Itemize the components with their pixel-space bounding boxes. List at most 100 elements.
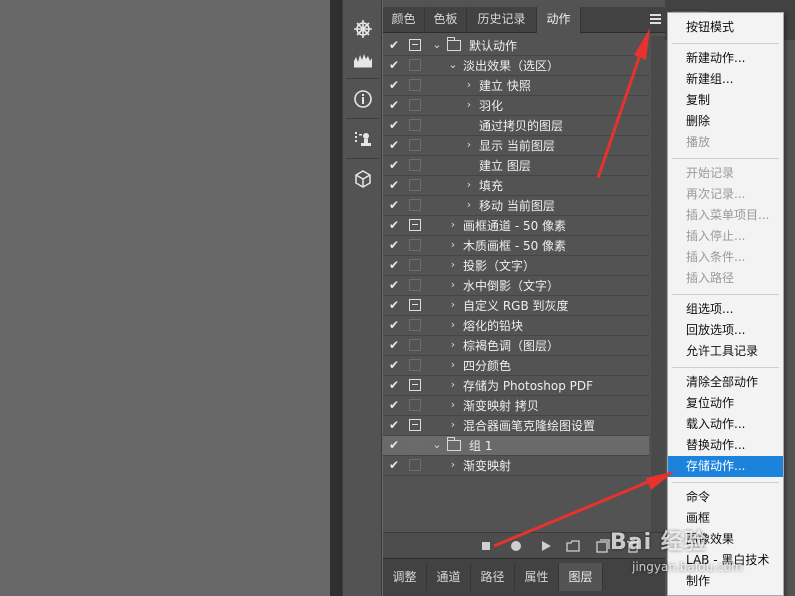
menu-item[interactable]: 允许工具记录 [668,341,783,362]
disclosure-collapsed-icon[interactable]: › [447,278,459,292]
tab-paths[interactable]: 路径 [471,563,515,591]
toggle-dialog-box[interactable] [409,419,421,431]
toggle-item-check[interactable]: ✔ [389,98,403,112]
menu-item[interactable]: 新建动作... [668,48,783,69]
toggle-item-check[interactable]: ✔ [389,398,403,412]
toggle-dialog-box[interactable] [409,359,421,371]
disclosure-collapsed-icon[interactable]: › [463,98,475,112]
menu-item[interactable]: 新建组... [668,69,783,90]
tab-color[interactable]: 颜色 [383,7,425,33]
toggle-item-check[interactable]: ✔ [389,278,403,292]
new-set-icon[interactable] [564,537,582,555]
toggle-dialog-box[interactable] [409,219,421,231]
action-row[interactable]: ✔ › 投影（文字） [383,256,649,276]
toggle-dialog-box[interactable] [409,159,421,171]
disclosure-collapsed-icon[interactable]: › [447,298,459,312]
toggle-item-check[interactable]: ✔ [389,458,403,472]
toggle-dialog-box[interactable] [409,339,421,351]
toggle-dialog-box[interactable] [409,139,421,151]
toggle-dialog-box[interactable] [409,59,421,71]
toggle-dialog-box[interactable] [409,319,421,331]
disclosure-collapsed-icon[interactable]: › [447,378,459,392]
navigator-wheel-icon[interactable] [348,14,378,44]
action-row[interactable]: ✔ › 自定义 RGB 到灰度 [383,296,649,316]
menu-item[interactable]: 按钮模式 [668,17,783,38]
disclosure-collapsed-icon[interactable]: › [447,338,459,352]
menu-item[interactable]: 载入动作... [668,414,783,435]
clone-source-icon[interactable] [348,124,378,154]
disclosure-collapsed-icon[interactable]: › [447,318,459,332]
action-row[interactable]: ✔ › 渐变映射 [383,456,649,476]
menu-item[interactable]: 复位动作 [668,393,783,414]
toggle-item-check[interactable]: ✔ [389,318,403,332]
toggle-item-check[interactable]: ✔ [389,38,403,52]
toggle-dialog-box[interactable] [409,199,421,211]
toggle-item-check[interactable]: ✔ [389,138,403,152]
disclosure-collapsed-icon[interactable]: › [447,238,459,252]
disclosure-expanded-icon[interactable]: ⌄ [447,58,459,72]
toggle-item-check[interactable]: ✔ [389,258,403,272]
toggle-dialog-box[interactable] [409,259,421,271]
toggle-item-check[interactable]: ✔ [389,198,403,212]
action-set-row[interactable]: ✔ ⌄ 组 1 [383,436,649,456]
info-icon[interactable] [348,84,378,114]
action-row[interactable]: ✔ › 棕褐色调（图层） [383,336,649,356]
action-step-row[interactable]: ✔ 通过拷贝的图层 [383,116,649,136]
toggle-dialog-box[interactable] [409,239,421,251]
action-step-row[interactable]: ✔ 建立 图层 [383,156,649,176]
action-step-row[interactable]: ✔ › 显示 当前图层 [383,136,649,156]
toggle-item-check[interactable]: ✔ [389,418,403,432]
toggle-dialog-box[interactable] [409,439,421,451]
toggle-item-check[interactable]: ✔ [389,78,403,92]
menu-item[interactable]: 回放选项... [668,320,783,341]
action-row[interactable]: ✔ ⌄ 淡出效果（选区） [383,56,649,76]
disclosure-collapsed-icon[interactable]: › [447,218,459,232]
action-step-row[interactable]: ✔ › 建立 快照 [383,76,649,96]
disclosure-collapsed-icon[interactable]: › [447,418,459,432]
stop-icon[interactable] [477,537,495,555]
toggle-item-check[interactable]: ✔ [389,238,403,252]
toggle-item-check[interactable]: ✔ [389,118,403,132]
tab-layers[interactable]: 图层 [559,563,603,591]
disclosure-collapsed-icon[interactable]: › [463,78,475,92]
toggle-item-check[interactable]: ✔ [389,438,403,452]
toggle-dialog-box[interactable] [409,179,421,191]
toggle-dialog-box[interactable] [409,459,421,471]
actions-list-scrollbar[interactable] [651,36,665,532]
toggle-dialog-box[interactable] [409,99,421,111]
record-icon[interactable] [507,537,525,555]
disclosure-collapsed-icon[interactable]: › [463,138,475,152]
disclosure-collapsed-icon[interactable]: › [463,178,475,192]
disclosure-expanded-icon[interactable]: ⌄ [431,38,443,52]
disclosure-collapsed-icon[interactable]: › [447,258,459,272]
play-icon[interactable] [537,537,555,555]
menu-item[interactable]: 存储动作... [668,456,783,477]
tab-actions[interactable]: 动作 [537,7,581,34]
action-step-row[interactable]: ✔ › 移动 当前图层 [383,196,649,216]
action-row[interactable]: ✔ › 混合器画笔克隆绘图设置 [383,416,649,436]
tab-adjustments[interactable]: 调整 [383,563,427,591]
menu-item[interactable]: 清除全部动作 [668,372,783,393]
action-row[interactable]: ✔ › 存储为 Photoshop PDF [383,376,649,396]
toggle-item-check[interactable]: ✔ [389,358,403,372]
action-row[interactable]: ✔ › 熔化的铅块 [383,316,649,336]
toggle-dialog-box[interactable] [409,39,421,51]
disclosure-collapsed-icon[interactable]: › [447,458,459,472]
menu-item[interactable]: 复制 [668,90,783,111]
action-row[interactable]: ✔ › 画框通道 - 50 像素 [383,216,649,236]
histogram-icon[interactable] [348,44,378,74]
tab-channels[interactable]: 通道 [427,563,471,591]
menu-item[interactable]: 删除 [668,111,783,132]
disclosure-collapsed-icon[interactable]: › [463,198,475,212]
action-row[interactable]: ✔ › 四分颜色 [383,356,649,376]
tab-history[interactable]: 历史记录 [467,7,537,33]
toggle-item-check[interactable]: ✔ [389,338,403,352]
action-step-row[interactable]: ✔ › 填充 [383,176,649,196]
disclosure-expanded-icon[interactable]: ⌄ [431,438,443,452]
3d-cube-icon[interactable] [348,164,378,194]
menu-item[interactable]: 组选项... [668,299,783,320]
toggle-dialog-box[interactable] [409,119,421,131]
action-row[interactable]: ✔ › 渐变映射 拷贝 [383,396,649,416]
disclosure-collapsed-icon[interactable]: › [447,398,459,412]
action-step-row[interactable]: ✔ › 羽化 [383,96,649,116]
